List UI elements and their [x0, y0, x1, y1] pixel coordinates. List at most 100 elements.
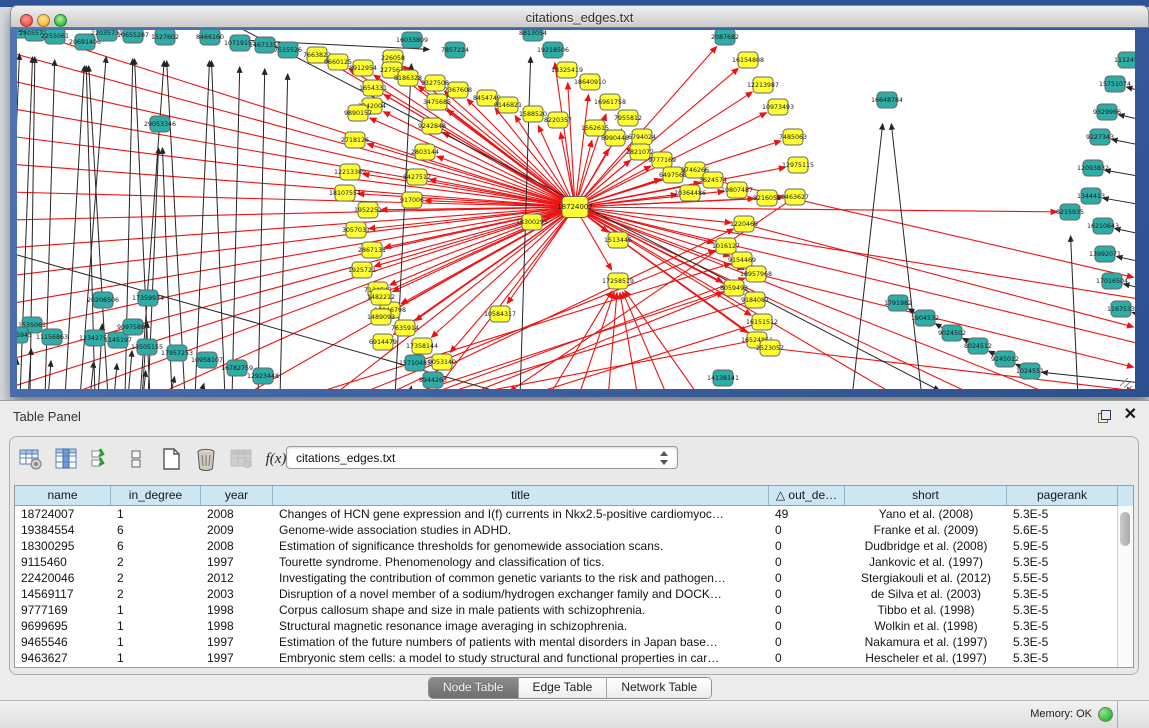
table-cell: Corpus callosum shape and size in male p… — [273, 602, 769, 618]
table-panel-header: Table Panel ✕ — [0, 401, 1149, 431]
citation-network-graph[interactable]: 7663822966012589129541654331234200498901… — [17, 30, 1135, 389]
status-bar-divider — [1117, 701, 1118, 728]
graph-node-label: 16648784 — [871, 97, 903, 104]
memory-status-indicator — [1098, 707, 1113, 722]
table-body: 1872400712008Changes of HCN gene express… — [15, 506, 1133, 666]
select-column-button[interactable] — [53, 446, 79, 472]
graph-edge — [17, 207, 575, 304]
graph-node-label: 8813054 — [519, 30, 547, 37]
table-cell: 2008 — [201, 506, 273, 522]
table-row[interactable]: 1456911722003Disruption of a novel membe… — [15, 586, 1133, 602]
table-cell: 5.9E-5 — [1007, 538, 1118, 554]
table-row[interactable]: 1938455462009Genome-wide association stu… — [15, 522, 1133, 538]
column-header-out_de[interactable]: △ out_de… — [769, 486, 845, 506]
column-visibility-button[interactable] — [88, 446, 114, 472]
close-panel-icon[interactable]: ✕ — [1124, 406, 1137, 424]
table-header-row: namein_degreeyeartitle△ out_de…shortpage… — [15, 486, 1133, 506]
table-cell: 6 — [111, 538, 201, 554]
table-row[interactable]: 911546021997Tourette syndrome. Phenomeno… — [15, 554, 1133, 570]
graph-node-label: 226058 — [381, 55, 405, 62]
graph-node-label: 8944263 — [419, 377, 447, 384]
table-cell: Dudbridge et al. (2008) — [845, 538, 1007, 554]
new-table-button[interactable] — [158, 446, 184, 472]
table-cell: 9115460 — [15, 554, 111, 570]
graph-node-label: 1588520 — [519, 111, 547, 118]
graph-node-label: 6914479 — [369, 339, 397, 346]
graph-node-label: 9245012 — [991, 356, 1019, 363]
table-row[interactable]: 977716911998Corpus callosum shape and si… — [15, 602, 1133, 618]
graph-node-label: 9890157 — [344, 110, 372, 117]
table-selector-dropdown[interactable]: citations_edges.txt — [286, 446, 678, 469]
float-panel-icon[interactable] — [1098, 410, 1111, 423]
table-cell: 9777169 — [15, 602, 111, 618]
graph-node-label: 19218506 — [537, 47, 569, 54]
table-cell: 2008 — [201, 538, 273, 554]
table-row[interactable]: 946554611997Estimation of the future num… — [15, 634, 1133, 650]
screen: citations_edges.txt 76638229660125891295… — [0, 0, 1149, 727]
graph-node-label: 3057031 — [342, 227, 370, 234]
table-row[interactable]: 946362711997Embryonic stem cells: a mode… — [15, 650, 1133, 666]
table-settings-button[interactable] — [18, 446, 44, 472]
graph-node-label: 1821072 — [626, 149, 654, 156]
graph-node-label: 13505155 — [131, 344, 163, 351]
graph-node-label: 7663822 — [303, 52, 331, 59]
column-header-title[interactable]: title — [273, 486, 769, 506]
column-header-short[interactable]: short — [845, 486, 1007, 506]
table-cell: 1998 — [201, 618, 273, 634]
vertical-scrollbar[interactable] — [1117, 506, 1133, 667]
rows-icon — [132, 451, 140, 467]
table-row[interactable]: 2242004622012Investigating the contribut… — [15, 570, 1133, 586]
table-cell: de Silva et al. (2003) — [845, 586, 1007, 602]
column-header-name[interactable]: name — [15, 486, 111, 506]
graph-node-label: 1513445 — [604, 237, 632, 244]
graph-node-label: 3624574 — [699, 177, 727, 184]
table-row[interactable]: 969969511998Structural magnetic resonanc… — [15, 618, 1133, 634]
graph-node-label: 18640910 — [574, 79, 606, 86]
graph-node-label: 12213389 — [334, 169, 366, 176]
graph-edge — [90, 362, 94, 389]
graph-node-label: 10584317 — [484, 311, 516, 318]
window-titlebar[interactable]: citations_edges.txt — [10, 5, 1149, 28]
table-cell: 18300295 — [15, 538, 111, 554]
column-header-in_degree[interactable]: in_degree — [111, 486, 201, 506]
graph-node-label: 8990448 — [601, 135, 629, 142]
table-cell: 5.3E-5 — [1007, 634, 1118, 650]
table-cell: 2009 — [201, 522, 273, 538]
graph-node-label: 1562615 — [581, 125, 609, 132]
graph-node-label: 8220357 — [544, 117, 572, 124]
delete-table-button[interactable] — [193, 446, 219, 472]
resize-grip[interactable] — [1120, 378, 1132, 389]
table-cell: 0 — [769, 554, 845, 570]
graph-node-label: 8216058 — [753, 195, 781, 202]
column-header-pagerank[interactable]: pagerank — [1007, 486, 1118, 506]
status-bar: Memory: OK — [0, 700, 1149, 728]
table-disabled-icon — [231, 450, 251, 468]
network-view-frame: 7663822966012589129541654331234200498901… — [10, 28, 1149, 397]
tab-edge-table[interactable]: Edge Table — [519, 678, 608, 698]
scrollbar-thumb[interactable] — [1120, 512, 1130, 546]
graph-node-label: 13992071 — [1089, 251, 1121, 258]
table-row[interactable]: 1830029562008Estimation of significance … — [15, 538, 1133, 554]
graph-node-label: 12923448 — [247, 373, 279, 380]
table-cell: 0 — [769, 634, 845, 650]
graph-edge — [575, 207, 1057, 212]
network-canvas[interactable]: 7663822966012589129541654331234200498901… — [17, 30, 1135, 389]
import-table-button-disabled — [228, 446, 254, 472]
row-height-button[interactable] — [123, 446, 149, 472]
graph-node-label: 2087682 — [711, 34, 739, 41]
graph-node-label: 8024512 — [964, 343, 992, 350]
graph-node-label: 12975115 — [782, 162, 814, 169]
graph-node-label: 917006 — [400, 197, 424, 204]
tab-node-table[interactable]: Node Table — [429, 678, 519, 698]
table-cell: 1998 — [201, 602, 273, 618]
graph-edge — [1127, 87, 1135, 96]
table-cell: Yano et al. (2008) — [845, 506, 1007, 522]
graph-edge — [232, 67, 240, 389]
tab-network-table[interactable]: Network Table — [607, 678, 711, 698]
column-header-year[interactable]: year — [201, 486, 273, 506]
table-cell: 1 — [111, 506, 201, 522]
graph-node-label: 1024551 — [1016, 368, 1044, 375]
table-cell: 5.3E-5 — [1007, 618, 1118, 634]
table-row[interactable]: 1872400712008Changes of HCN gene express… — [15, 506, 1133, 522]
graph-node-label: 7857224 — [441, 47, 469, 54]
